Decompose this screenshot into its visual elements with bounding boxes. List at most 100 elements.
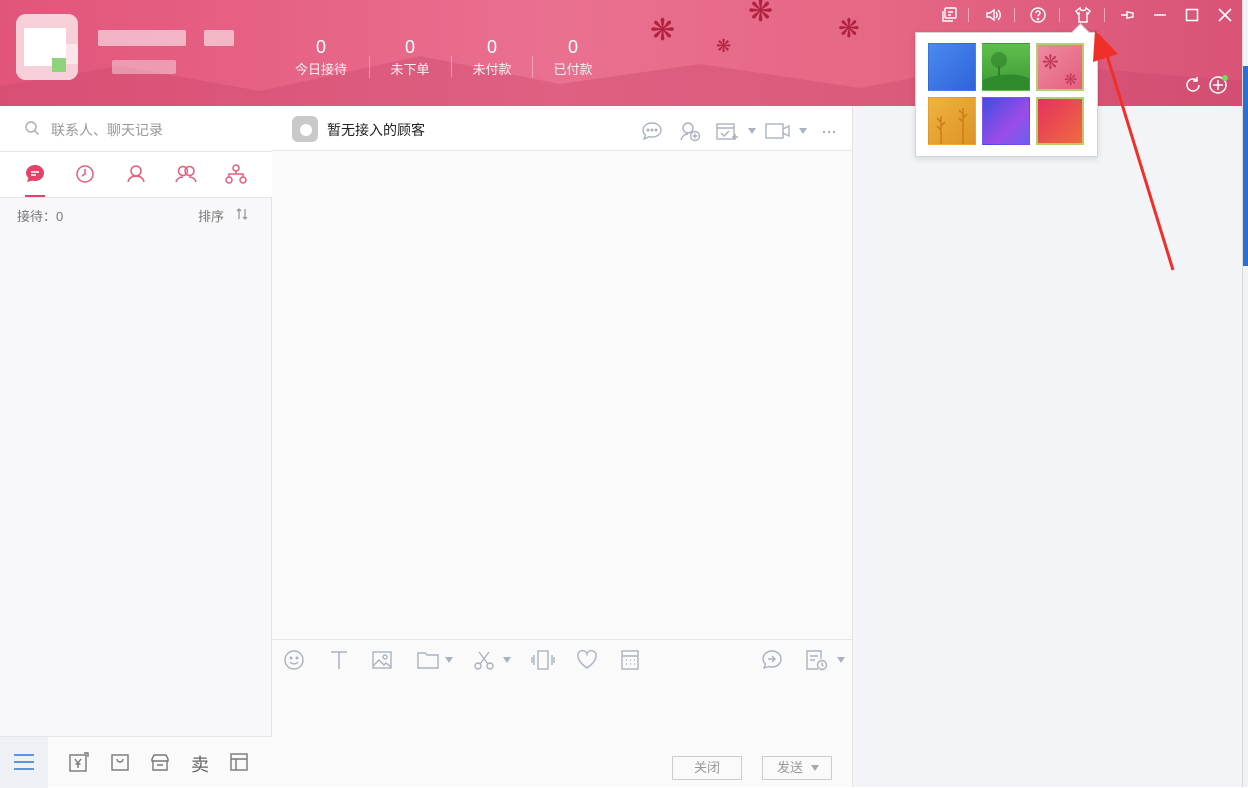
pin-icon[interactable] [1117,4,1139,26]
account-status-blurred [112,60,176,74]
avatar[interactable] [16,14,78,80]
stat-label: 今日接待 [294,62,347,77]
chat-tab-icon[interactable] [23,162,47,186]
skin-option-blue[interactable] [928,43,976,91]
stat-value: 0 [404,37,415,57]
image-icon[interactable] [371,649,393,671]
add-contact-icon[interactable] [678,120,702,142]
chat-window-icon[interactable] [938,4,960,26]
send-button[interactable]: 发送 [762,756,832,780]
flower-decoration-icon: ❋ [748,0,774,29]
stat-today-reception[interactable]: 0 今日接待 [290,34,352,80]
divider [1104,8,1105,22]
chevron-down-icon[interactable] [503,657,511,663]
skin-option-green-tree[interactable] [982,43,1030,91]
flower-decoration-icon: ❋ [716,36,732,57]
layout-icon[interactable] [228,751,250,773]
store-icon[interactable] [149,751,171,773]
chevron-down-icon[interactable] [748,128,756,134]
chevron-down-icon[interactable] [811,765,819,771]
sort-label[interactable]: 排序 [198,206,224,225]
search-icon [25,121,39,135]
chevron-down-icon[interactable] [445,657,453,663]
flower-decoration-icon: ❋ [1042,50,1059,74]
folder-icon[interactable] [416,650,440,670]
chevron-down-icon[interactable] [799,128,807,134]
stat-label: 已付款 [553,62,593,77]
rmb-transfer-icon[interactable] [68,751,90,773]
divider [1014,8,1015,22]
maximize-icon[interactable] [1181,4,1203,26]
flower-decoration-icon: ❋ [838,14,860,44]
message-input[interactable]: 关闭 发送 [272,681,852,787]
account-name-blurred [98,30,186,46]
stat-not-paid[interactable]: 0 未付款 [462,34,522,80]
sidebar-tabs [0,152,272,198]
skin-picker-popup: ❋ ❋ [915,32,1098,157]
group-tab-icon[interactable] [174,162,198,186]
chat-panel: 暂无接入的顾客 关闭 发送 [272,106,852,787]
skin-icon[interactable] [1072,4,1094,26]
skin-option-golden-wheat[interactable] [928,97,976,145]
waiting-count: 接待：0 [17,209,64,224]
sort-icon[interactable] [235,207,249,221]
shopping-bag-icon[interactable] [109,751,131,773]
divider [369,56,370,78]
skin-option-pink-flower[interactable]: ❋ ❋ [1036,43,1084,91]
flower-decoration-icon: ❋ [650,13,676,48]
input-toolbar [272,639,852,681]
background-window-edge [1242,0,1248,787]
add-icon[interactable] [1207,74,1229,96]
quick-reply-icon[interactable] [761,649,783,671]
transfer-chat-icon[interactable] [640,120,664,142]
heart-icon[interactable] [576,649,598,671]
minimize-icon[interactable] [1149,4,1171,26]
flower-decoration-icon: ❋ [1064,70,1078,89]
stat-label: 未付款 [472,62,512,77]
calculator-icon[interactable] [619,649,641,671]
order-check-icon[interactable] [715,120,739,142]
screenshot-scissors-icon[interactable] [473,649,495,671]
active-tab-indicator [25,195,45,197]
account-name-blurred [204,30,234,46]
chat-header: 暂无接入的顾客 [272,106,852,151]
stat-value: 0 [486,37,497,57]
sell-button[interactable]: 卖 [191,751,209,777]
more-icon[interactable] [822,130,836,134]
search-box[interactable]: 联系人、聊天记录 [0,106,272,152]
stat-value: 0 [567,37,578,57]
divider [968,8,969,22]
video-call-icon[interactable] [765,122,791,140]
menu-icon [14,754,34,770]
contacts-tab-icon[interactable] [124,162,148,186]
vibrate-icon[interactable] [531,649,555,671]
search-input[interactable]: 联系人、聊天记录 [51,120,163,140]
background-window-strip [1243,66,1248,266]
close-icon[interactable] [1214,4,1236,26]
chat-title: 暂无接入的顾客 [327,122,425,138]
menu-button[interactable] [0,737,48,788]
message-area [272,151,852,639]
recent-tab-icon[interactable] [73,162,97,186]
refresh-icon[interactable] [1182,74,1204,96]
help-icon[interactable] [1027,4,1049,26]
customer-info-panel [852,106,1242,787]
divider [451,56,452,78]
skin-option-purple-blue[interactable] [982,97,1030,145]
sort-row: 接待：0 排序 [0,198,272,228]
chevron-down-icon[interactable] [837,657,845,663]
stat-not-ordered[interactable]: 0 未下单 [380,34,440,80]
send-label: 发送 [776,760,803,775]
font-icon[interactable] [328,649,350,671]
stat-label: 未下单 [390,62,430,77]
close-chat-button[interactable]: 关闭 [672,756,742,780]
stat-paid[interactable]: 0 已付款 [543,34,603,80]
stat-value: 0 [315,37,326,57]
chat-history-icon[interactable] [804,649,828,671]
emoji-icon[interactable] [283,649,305,671]
skin-option-red-orange[interactable] [1036,97,1084,145]
volume-icon[interactable] [982,4,1004,26]
divider [1059,8,1060,22]
customer-avatar [292,116,318,142]
team-tab-icon[interactable] [224,162,248,186]
